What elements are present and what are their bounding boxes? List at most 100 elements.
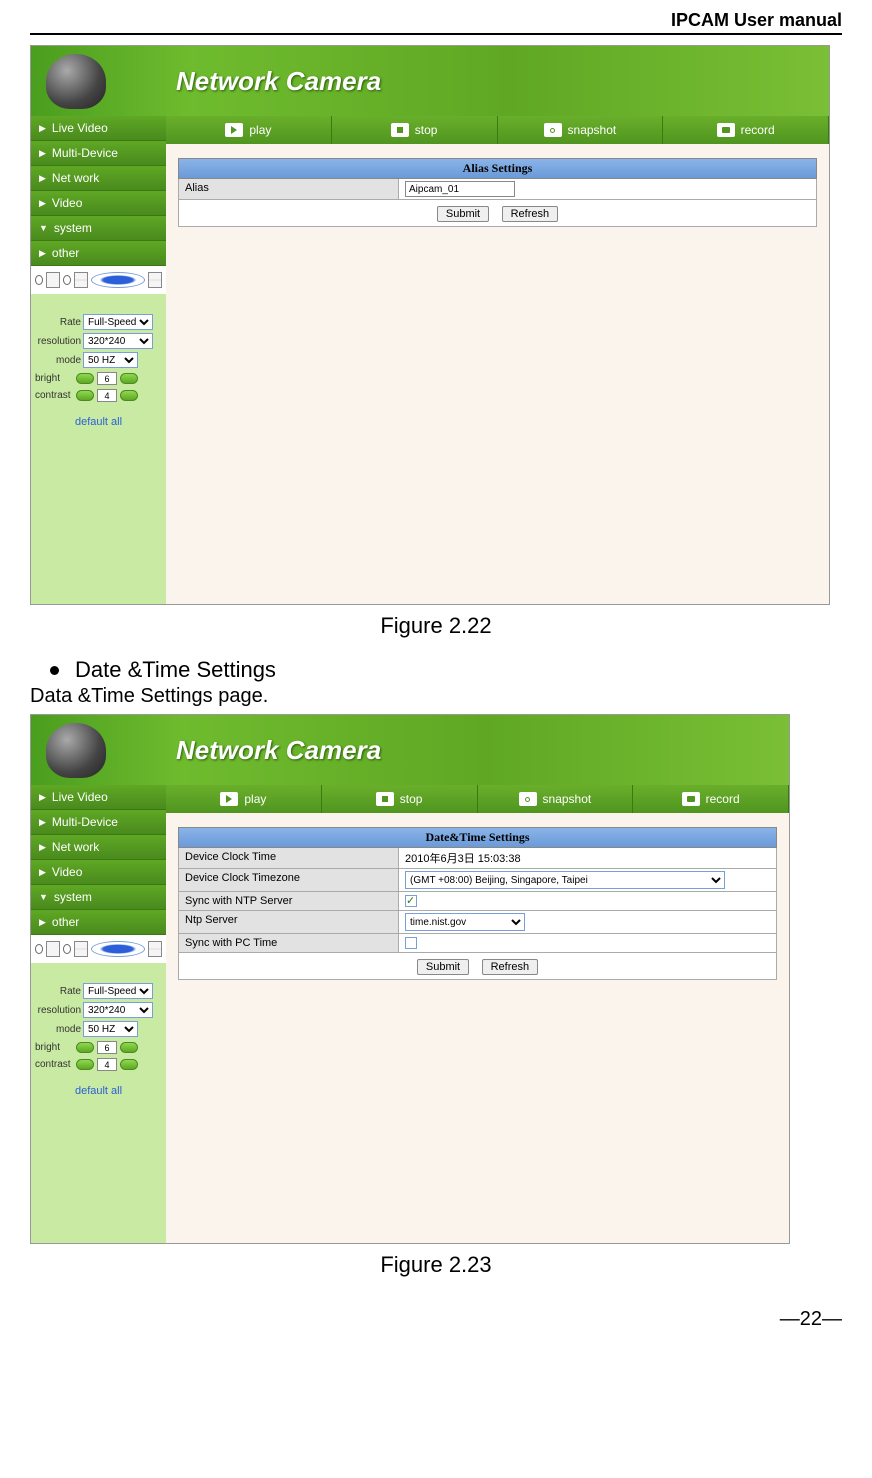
- nav-other[interactable]: ▶other: [31, 241, 166, 266]
- mode-select[interactable]: 50 HZ: [83, 352, 138, 368]
- resolution-select[interactable]: 320*240: [83, 333, 153, 349]
- triangle-icon: ▶: [39, 198, 46, 209]
- clock-time-row: Device Clock Time 2010年6月3日 15:03:38: [179, 848, 776, 869]
- rate-select[interactable]: Full-Speed: [83, 314, 153, 330]
- row-label: Device Clock Time: [179, 848, 399, 869]
- nav-network[interactable]: ▶ Net work: [31, 166, 166, 191]
- bright-value[interactable]: [97, 1041, 117, 1054]
- content-area: Date&Time Settings Device Clock Time 201…: [166, 813, 789, 994]
- alias-row: Alias: [179, 179, 816, 200]
- triangle-down-icon: ▼: [39, 892, 48, 902]
- bright-minus-icon[interactable]: [76, 1042, 94, 1053]
- snapshot-button[interactable]: snapshot: [498, 116, 664, 144]
- bright-label: bright: [35, 373, 73, 384]
- control-panel: RateFull-Speed resolution320*240 mode50 …: [31, 294, 166, 436]
- nav-multi-device[interactable]: ▶Multi-Device: [31, 810, 166, 835]
- row-value-cell: [399, 934, 776, 953]
- quad-view-icon: [74, 941, 88, 957]
- resolution-select[interactable]: 320*240: [83, 1002, 153, 1018]
- play-label: play: [244, 792, 266, 806]
- refresh-button[interactable]: Refresh: [502, 206, 559, 222]
- timezone-row: Device Clock Timezone (GMT +08:00) Beiji…: [179, 869, 776, 892]
- triangle-icon: ▶: [39, 792, 46, 803]
- row-label: Sync with PC Time: [179, 934, 399, 953]
- alias-input[interactable]: [405, 181, 515, 197]
- stop-button[interactable]: stop: [332, 116, 498, 144]
- ntp-server-row: Ntp Server time.nist.gov: [179, 911, 776, 934]
- submit-button[interactable]: Submit: [417, 959, 469, 975]
- triangle-icon: ▶: [39, 842, 46, 853]
- snapshot-button[interactable]: snapshot: [478, 785, 634, 813]
- default-all-link[interactable]: default all: [35, 416, 162, 428]
- refresh-button[interactable]: Refresh: [482, 959, 539, 975]
- datetime-panel: Device Clock Time 2010年6月3日 15:03:38 Dev…: [178, 848, 777, 980]
- bright-value[interactable]: [97, 372, 117, 385]
- datetime-button-row: Submit Refresh: [179, 953, 776, 979]
- nav-system[interactable]: ▼system: [31, 216, 166, 241]
- figure-2-screenshot: Network Camera ▶Live Video ▶Multi-Device…: [30, 714, 790, 1244]
- nav-label: Net work: [52, 171, 99, 185]
- view-quad-radio[interactable]: [63, 275, 71, 285]
- toolbar: play stop snapshot record: [166, 785, 789, 813]
- bright-plus-icon[interactable]: [120, 1042, 138, 1053]
- nav-live-video[interactable]: ▶Live Video: [31, 116, 166, 141]
- sync-ntp-checkbox[interactable]: [405, 895, 417, 907]
- view-single-radio[interactable]: [35, 275, 43, 285]
- bright-minus-icon[interactable]: [76, 373, 94, 384]
- resolution-label: resolution: [35, 1005, 81, 1016]
- triangle-icon: ▶: [39, 173, 46, 184]
- timezone-select[interactable]: (GMT +08:00) Beijing, Singapore, Taipei: [405, 871, 725, 889]
- alias-panel-title: Alias Settings: [178, 158, 817, 179]
- stop-button[interactable]: stop: [322, 785, 478, 813]
- view-single-radio[interactable]: [35, 944, 43, 954]
- view-nine-radio[interactable]: [91, 272, 145, 288]
- contrast-minus-icon[interactable]: [76, 390, 94, 401]
- ntp-server-select[interactable]: time.nist.gov: [405, 913, 525, 931]
- view-quad-radio[interactable]: [63, 944, 71, 954]
- main-area: play stop snapshot record Alias Settings…: [166, 116, 829, 604]
- submit-button[interactable]: Submit: [437, 206, 489, 222]
- bullet-icon: [50, 666, 59, 675]
- alias-button-row: Submit Refresh: [179, 200, 816, 226]
- triangle-icon: ▶: [39, 867, 46, 878]
- row-value-cell: [399, 892, 776, 911]
- figure-1-caption: Figure 2.22: [30, 613, 842, 639]
- record-button[interactable]: record: [633, 785, 789, 813]
- snapshot-label: snapshot: [543, 792, 592, 806]
- nav-system[interactable]: ▼system: [31, 885, 166, 910]
- app-header: Network Camera: [31, 46, 829, 116]
- contrast-minus-icon[interactable]: [76, 1059, 94, 1070]
- nav-label: Multi-Device: [52, 815, 118, 829]
- rate-label: Rate: [35, 986, 81, 997]
- nav-video[interactable]: ▶Video: [31, 191, 166, 216]
- nav-video[interactable]: ▶Video: [31, 860, 166, 885]
- default-all-link[interactable]: default all: [35, 1085, 162, 1097]
- snapshot-icon: [544, 123, 562, 137]
- nav-label: Net work: [52, 840, 99, 854]
- alias-label: Alias: [179, 179, 399, 200]
- sync-pc-row: Sync with PC Time: [179, 934, 776, 953]
- nav-network[interactable]: ▶ Net work: [31, 835, 166, 860]
- contrast-plus-icon[interactable]: [120, 1059, 138, 1070]
- contrast-value[interactable]: [97, 1058, 117, 1071]
- nav-other[interactable]: ▶other: [31, 910, 166, 935]
- play-button[interactable]: play: [166, 785, 322, 813]
- contrast-value[interactable]: [97, 389, 117, 402]
- heading-text: Date &Time Settings: [75, 657, 276, 683]
- nav-live-video[interactable]: ▶Live Video: [31, 785, 166, 810]
- record-button[interactable]: record: [663, 116, 829, 144]
- snapshot-icon: [519, 792, 537, 806]
- record-label: record: [741, 123, 775, 137]
- figure-1-screenshot: Network Camera ▶Live Video ▶Multi-Device…: [30, 45, 830, 605]
- nav-multi-device[interactable]: ▶Multi-Device: [31, 141, 166, 166]
- mode-select[interactable]: 50 HZ: [83, 1021, 138, 1037]
- bright-plus-icon[interactable]: [120, 373, 138, 384]
- main-area: play stop snapshot record Date&Time Sett…: [166, 785, 789, 1243]
- sync-pc-checkbox[interactable]: [405, 937, 417, 949]
- play-button[interactable]: play: [166, 116, 332, 144]
- contrast-plus-icon[interactable]: [120, 390, 138, 401]
- single-view-icon: [46, 941, 60, 957]
- rate-select[interactable]: Full-Speed: [83, 983, 153, 999]
- view-nine-radio[interactable]: [91, 941, 145, 957]
- sidebar: ▶Live Video ▶Multi-Device ▶Net work ▶Vid…: [31, 785, 166, 1243]
